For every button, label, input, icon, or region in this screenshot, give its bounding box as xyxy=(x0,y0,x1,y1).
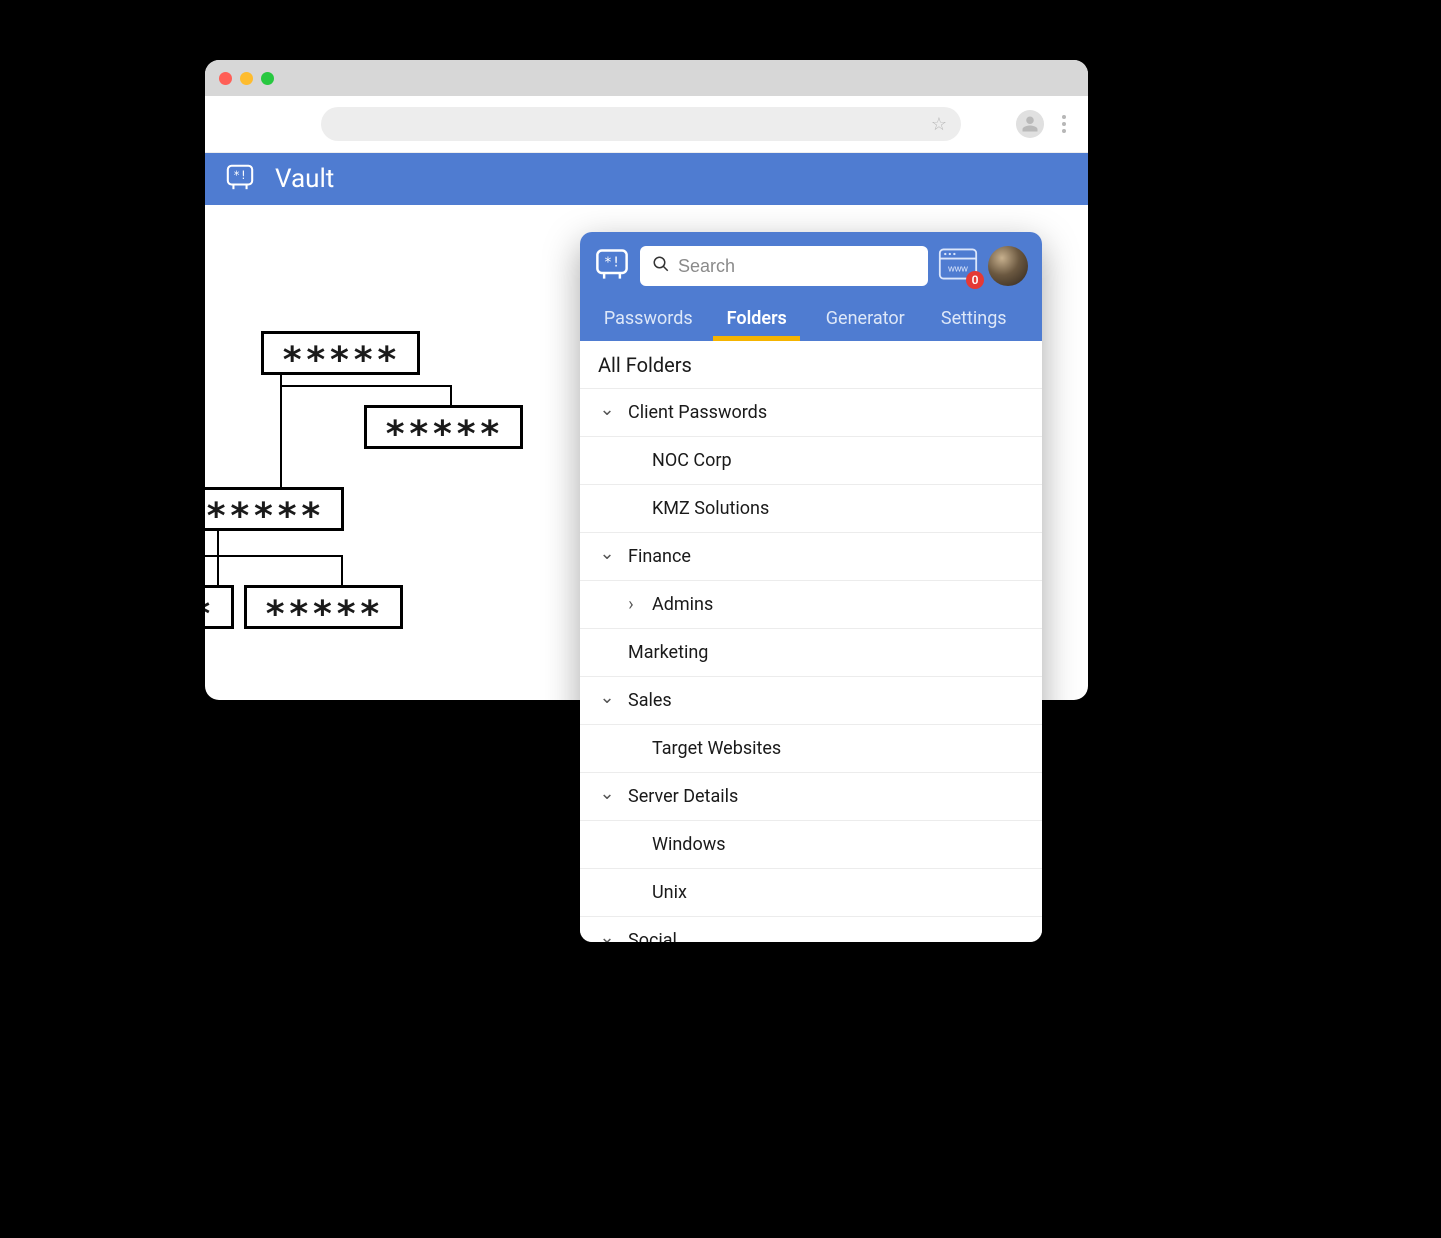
tree-node: ***** xyxy=(205,585,234,629)
website-launcher-icon[interactable]: www 0 xyxy=(938,247,978,285)
tree-node: ***** xyxy=(244,585,403,629)
subfolder-row[interactable]: NOC Corp xyxy=(580,437,1042,485)
svg-text:*!: *! xyxy=(604,254,620,270)
folder-label: Finance xyxy=(628,546,691,567)
search-icon xyxy=(652,255,670,277)
browser-toolbar: ☆ xyxy=(205,96,1088,153)
folder-label: Marketing xyxy=(628,642,708,663)
folder-label: KMZ Solutions xyxy=(652,498,769,519)
chevron-down-icon xyxy=(598,546,616,567)
browser-menu-icon[interactable] xyxy=(1056,115,1072,133)
svg-text:www: www xyxy=(947,263,968,273)
folder-label: Social xyxy=(628,930,677,942)
tab-generator[interactable]: Generator xyxy=(811,300,920,341)
chevron-right-icon xyxy=(622,594,640,615)
notification-badge: 0 xyxy=(966,271,984,289)
folder-label: Admins xyxy=(652,594,713,615)
user-avatar[interactable] xyxy=(988,246,1028,286)
address-bar[interactable]: ☆ xyxy=(321,107,961,141)
tab-passwords[interactable]: Passwords xyxy=(594,300,703,341)
vault-logo-icon: *! xyxy=(225,162,255,196)
subfolder-row[interactable]: Admins xyxy=(580,581,1042,629)
app-title: Vault xyxy=(275,164,334,194)
folder-label: Client Passwords xyxy=(628,402,767,423)
folder-label: Sales xyxy=(628,690,672,711)
folder-row[interactable]: Marketing xyxy=(580,629,1042,677)
tab-bar: Passwords Folders Generator Settings xyxy=(594,300,1028,341)
tree-node: ***** xyxy=(261,331,420,375)
folder-row[interactable]: Server Details xyxy=(580,773,1042,821)
folder-label: Target Websites xyxy=(652,738,781,759)
search-field[interactable] xyxy=(678,256,916,277)
tab-folders[interactable]: Folders xyxy=(703,300,812,341)
chevron-down-icon xyxy=(598,930,616,942)
folder-row[interactable]: Social xyxy=(580,917,1042,942)
chevron-down-icon xyxy=(598,786,616,807)
folder-row[interactable]: Sales xyxy=(580,677,1042,725)
folder-label: Unix xyxy=(652,882,687,903)
folder-list: All Folders Client Passwords NOC Corp KM… xyxy=(580,341,1042,942)
tree-node: ***** xyxy=(364,405,523,449)
app-header: *! Vault xyxy=(205,153,1088,205)
window-titlebar xyxy=(205,60,1088,96)
folder-label: Server Details xyxy=(628,786,738,807)
window-close-icon[interactable] xyxy=(219,72,232,85)
subfolder-row[interactable]: Unix xyxy=(580,869,1042,917)
search-input[interactable] xyxy=(640,246,928,286)
folder-row[interactable]: Client Passwords xyxy=(580,389,1042,437)
subfolder-row[interactable]: Target Websites xyxy=(580,725,1042,773)
folder-label: Windows xyxy=(652,834,726,855)
folder-row[interactable]: Finance xyxy=(580,533,1042,581)
tree-node: ***** xyxy=(205,487,344,531)
vault-logo-icon: *! xyxy=(594,246,630,286)
folder-label: NOC Corp xyxy=(652,450,732,471)
subfolder-row[interactable]: KMZ Solutions xyxy=(580,485,1042,533)
window-zoom-icon[interactable] xyxy=(261,72,274,85)
subfolder-row[interactable]: Windows xyxy=(580,821,1042,869)
chevron-down-icon xyxy=(598,402,616,423)
profile-avatar-icon[interactable] xyxy=(1016,110,1044,138)
chevron-down-icon xyxy=(598,690,616,711)
folder-list-title: All Folders xyxy=(580,341,1042,389)
extension-popup: *! www 0 xyxy=(580,232,1042,942)
tab-settings[interactable]: Settings xyxy=(920,300,1029,341)
bookmark-star-icon[interactable]: ☆ xyxy=(931,114,947,135)
window-minimize-icon[interactable] xyxy=(240,72,253,85)
svg-text:*!: *! xyxy=(233,169,247,182)
